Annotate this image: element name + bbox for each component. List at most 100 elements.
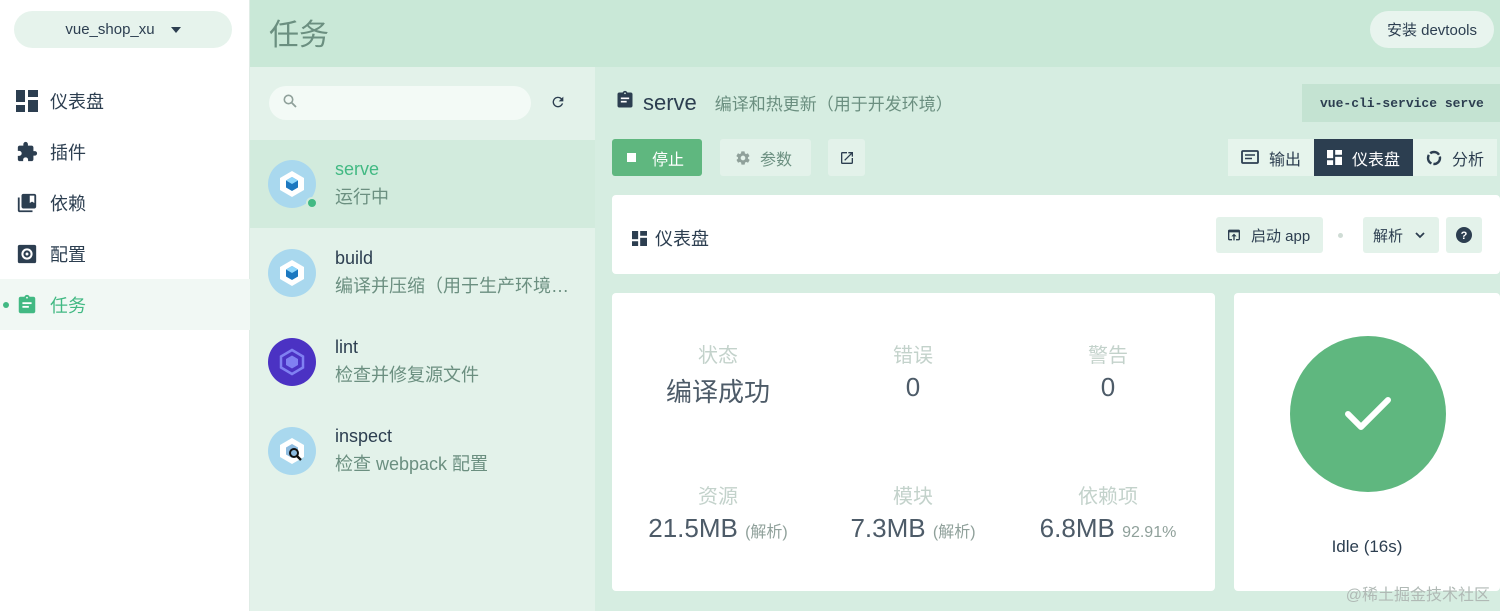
library-icon [15, 191, 39, 215]
stat-number: 21.5MB [648, 513, 738, 543]
settings-icon [15, 242, 39, 266]
open-external-button[interactable] [828, 139, 865, 176]
tab-label: 仪表盘 [1352, 151, 1401, 169]
tab-output[interactable]: 输出 [1228, 139, 1315, 176]
tab-dashboard[interactable]: 仪表盘 [1314, 139, 1414, 176]
stat-percent: 92.91% [1122, 524, 1177, 541]
analyze-link[interactable]: (解析) [933, 524, 976, 541]
dashboard-toolbar: 仪表盘 启动 app 解析 ? [612, 195, 1500, 274]
page-header: 任务 安装 devtools [250, 0, 1500, 67]
sidebar-item-plugins[interactable]: 插件 [0, 126, 250, 177]
task-item-serve[interactable]: serve 运行中 [250, 140, 595, 228]
running-status-dot [306, 197, 318, 209]
sidebar-nav: 仪表盘 插件 依赖 配置 任务 [0, 75, 250, 330]
tab-analyzer[interactable]: 分析 [1413, 139, 1498, 176]
stat-label: 资源 [698, 486, 738, 508]
stat-modules: 模块 7.3MB (解析) [813, 480, 1013, 544]
task-header: serve 编译和热更新（用于开发环境） [615, 89, 953, 116]
task-detail: serve 编译和热更新（用于开发环境） vue-cli-service ser… [595, 67, 1500, 611]
task-command: vue-cli-service serve [1302, 84, 1500, 122]
stat-value: 0 [905, 372, 921, 402]
analyze-mode-label: 解析 [1373, 227, 1404, 245]
tab-label: 分析 [1452, 151, 1485, 169]
task-search[interactable] [269, 86, 531, 120]
stat-label: 模块 [893, 486, 933, 508]
sidebar-item-dependencies[interactable]: 依赖 [0, 177, 250, 228]
sidebar-item-tasks[interactable]: 任务 [0, 279, 250, 330]
webpack-inspect-icon [268, 427, 316, 475]
launch-app-label: 启动 app [1251, 227, 1311, 245]
stat-label: 错误 [893, 345, 933, 367]
stat-assets: 资源 21.5MB (解析) [618, 480, 818, 544]
webpack-icon [268, 249, 316, 297]
build-status-card: Idle (16s) [1234, 293, 1500, 591]
chevron-down-icon [1415, 231, 1425, 239]
assignment-icon [615, 89, 635, 116]
launch-app-button[interactable]: 启动 app [1216, 217, 1323, 253]
dashboard-title: 仪表盘 [632, 225, 709, 251]
task-title: serve [643, 89, 697, 115]
stat-value: 0 [1100, 372, 1116, 402]
analyze-link[interactable]: (解析) [745, 524, 788, 541]
install-devtools-button[interactable]: 安装 devtools [1369, 11, 1494, 48]
dashboard-icon [15, 89, 39, 113]
caret-down-icon [170, 26, 181, 33]
webpack-icon [268, 160, 318, 209]
puzzle-icon [15, 140, 39, 164]
stat-label: 警告 [1088, 345, 1128, 367]
eslint-icon [268, 338, 316, 386]
sidebar-item-label: 依赖 [50, 193, 86, 214]
analyzer-icon [1426, 150, 1442, 166]
dashboard-title-label: 仪表盘 [655, 229, 709, 249]
stat-label: 依赖项 [1078, 486, 1138, 508]
task-name: inspect [335, 426, 393, 446]
stat-value: 6.8MB 92.91% [1008, 513, 1208, 544]
stop-button[interactable]: 停止 [612, 139, 702, 176]
view-switcher: 输出 仪表盘 分析 [1228, 139, 1498, 176]
open-in-browser-icon [1226, 227, 1242, 243]
sidebar-item-dashboard[interactable]: 仪表盘 [0, 75, 250, 126]
idle-status: Idle (16s) [1331, 537, 1403, 556]
open-in-new-icon [839, 150, 855, 166]
stop-icon [627, 153, 636, 162]
project-selector[interactable]: vue_shop_xu [14, 11, 232, 48]
sidebar-item-label: 仪表盘 [50, 91, 104, 112]
assignment-icon [15, 293, 39, 317]
stat-warnings: 警告 0 [1008, 339, 1208, 403]
sidebar-item-label: 任务 [50, 295, 86, 316]
project-name: vue_shop_xu [65, 21, 155, 38]
stop-label: 停止 [652, 151, 685, 169]
parameters-label: 参数 [760, 151, 793, 169]
sidebar-item-label: 插件 [50, 142, 86, 163]
stat-label: 状态 [698, 345, 738, 367]
task-desc: 检查 webpack 配置 [335, 454, 489, 474]
analyze-mode-select[interactable]: 解析 [1363, 217, 1439, 253]
success-check-icon [1290, 336, 1446, 492]
search-input[interactable] [305, 95, 515, 111]
sidebar: vue_shop_xu 仪表盘 插件 依赖 配置 任务 [0, 0, 250, 611]
active-indicator [3, 302, 9, 308]
search-icon [283, 94, 297, 113]
task-desc: 编译并压缩（用于生产环境… [335, 276, 569, 296]
task-item-lint[interactable]: lint 检查并修复源文件 [250, 318, 595, 406]
stat-value: 编译成功 [665, 377, 770, 407]
help-icon: ? [1456, 227, 1472, 243]
page-title: 任务 [269, 19, 329, 52]
task-name: serve [335, 159, 380, 179]
parameters-button[interactable]: 参数 [720, 139, 811, 176]
sidebar-item-configuration[interactable]: 配置 [0, 228, 250, 279]
help-button[interactable]: ? [1446, 217, 1482, 253]
tab-label: 输出 [1269, 151, 1302, 169]
refresh-icon[interactable] [547, 91, 569, 113]
task-name: build [335, 248, 374, 268]
gear-icon [735, 150, 751, 166]
svg-text:?: ? [1461, 230, 1468, 242]
task-desc: 运行中 [335, 187, 389, 207]
stat-number: 7.3MB [850, 513, 926, 543]
separator-dot [1338, 233, 1343, 238]
stat-dependencies: 依赖项 6.8MB 92.91% [1008, 480, 1208, 544]
task-item-inspect[interactable]: inspect 检查 webpack 配置 [250, 407, 595, 495]
task-item-build[interactable]: build 编译并压缩（用于生产环境… [250, 229, 595, 317]
sidebar-item-label: 配置 [50, 244, 86, 265]
stat-errors: 错误 0 [813, 339, 1013, 403]
